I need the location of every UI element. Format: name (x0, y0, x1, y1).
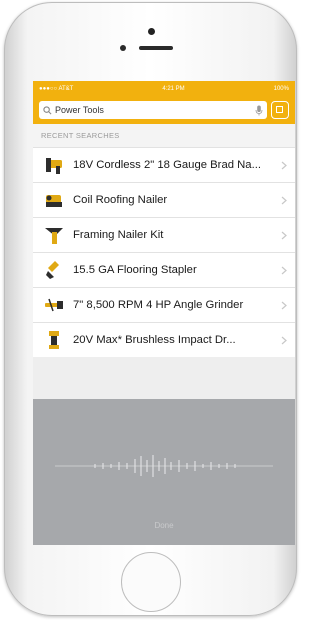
carrier-label: ●●●○○ AT&T (39, 85, 74, 92)
proximity-sensor (120, 45, 126, 51)
recent-item-brad-nailer[interactable]: 18V Cordless 2" 18 Gauge Brad Na... (33, 147, 295, 182)
front-camera (148, 28, 155, 35)
recent-item-label: Framing Nailer Kit (73, 229, 164, 241)
recent-item-label: 15.5 GA Flooring Stapler (73, 264, 197, 276)
recent-item-label: 7" 8,500 RPM 4 HP Angle Grinder (73, 299, 244, 311)
app-screen: ●●●○○ AT&T 4:21 PM 100% Power Tools RECE… (33, 81, 295, 545)
search-bar: Power Tools (33, 96, 295, 124)
magnifier-icon (43, 105, 52, 114)
chevron-right-icon (281, 196, 287, 204)
microphone-icon[interactable] (255, 105, 263, 116)
coil-nailer-icon (46, 195, 62, 207)
recent-searches-header: RECENT SEARCHES (33, 124, 295, 147)
search-query: Power Tools (55, 105, 104, 115)
home-button[interactable] (121, 552, 181, 612)
brad-nailer-icon (46, 158, 62, 174)
recent-item-coil-roofing-nailer[interactable]: Coil Roofing Nailer (33, 182, 295, 217)
scan-icon[interactable] (271, 101, 289, 119)
chevron-right-icon (281, 231, 287, 239)
flooring-stapler-icon (46, 261, 59, 279)
time-label: 4:21 PM (162, 85, 185, 92)
recent-searches-list: 18V Cordless 2" 18 Gauge Brad Na... Coil… (33, 147, 295, 357)
recent-item-angle-grinder[interactable]: 7" 8,500 RPM 4 HP Angle Grinder (33, 287, 295, 322)
impact-driver-icon (49, 331, 59, 349)
battery-label: 100% (273, 85, 289, 92)
chevron-right-icon (281, 266, 287, 274)
voice-waveform (55, 455, 273, 477)
angle-grinder-icon (45, 298, 63, 312)
recent-item-flooring-stapler[interactable]: 15.5 GA Flooring Stapler (33, 252, 295, 287)
chevron-right-icon (281, 301, 287, 309)
recent-item-label: Coil Roofing Nailer (73, 194, 168, 206)
recent-item-framing-nailer-kit[interactable]: Framing Nailer Kit (33, 217, 295, 252)
search-input[interactable]: Power Tools (39, 101, 267, 119)
done-button[interactable]: Done (33, 521, 295, 530)
chevron-right-icon (281, 336, 287, 344)
earpiece-speaker (139, 46, 173, 50)
recent-item-label: 18V Cordless 2" 18 Gauge Brad Na... (73, 159, 262, 171)
recent-item-impact-driver[interactable]: 20V Max* Brushless Impact Dr... (33, 322, 295, 357)
framing-nailer-icon (45, 228, 63, 244)
status-bar: ●●●○○ AT&T 4:21 PM 100% (33, 81, 295, 96)
chevron-right-icon (281, 161, 287, 169)
recent-item-label: 20V Max* Brushless Impact Dr... (73, 334, 236, 346)
voice-input-panel: Done (33, 399, 295, 545)
